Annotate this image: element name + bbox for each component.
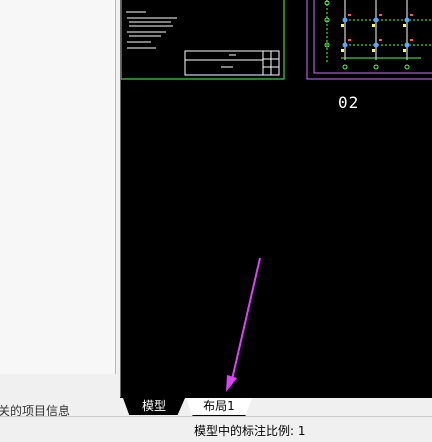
- status-bar: 模型中的标注比例: 1: [0, 416, 432, 442]
- sheet-number-label: 02: [338, 93, 360, 112]
- drawing-svg: [121, 0, 432, 392]
- left-panel: [0, 0, 116, 375]
- annotation-arrow: [226, 257, 261, 392]
- plan-sheet: [306, 0, 432, 80]
- title-block-sheet: [121, 0, 285, 80]
- left-panel-footer: 关的项目信息: [0, 374, 120, 418]
- layout-tab-bar: 模型 布局1: [120, 397, 432, 417]
- drawing-canvas[interactable]: 02: [120, 0, 432, 397]
- tab-layout1[interactable]: 布局1: [186, 398, 252, 416]
- tab-model[interactable]: 模型: [123, 398, 185, 415]
- annotation-scale-status[interactable]: 模型中的标注比例: 1: [194, 422, 306, 439]
